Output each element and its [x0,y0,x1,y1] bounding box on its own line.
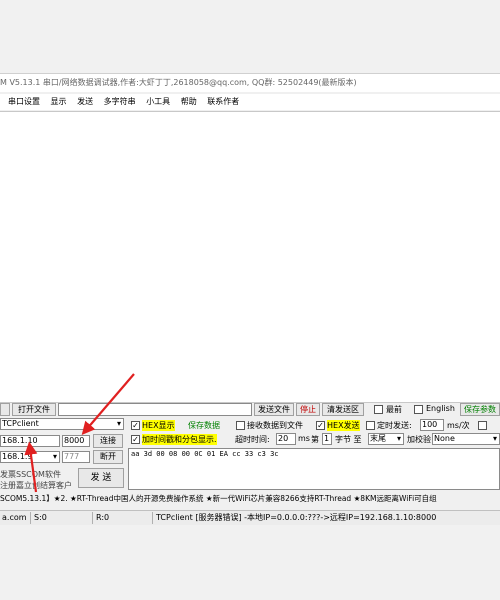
arrow-to-port [81,373,135,436]
annotation-arrows [24,373,135,493]
arrow-to-ip [24,441,38,493]
